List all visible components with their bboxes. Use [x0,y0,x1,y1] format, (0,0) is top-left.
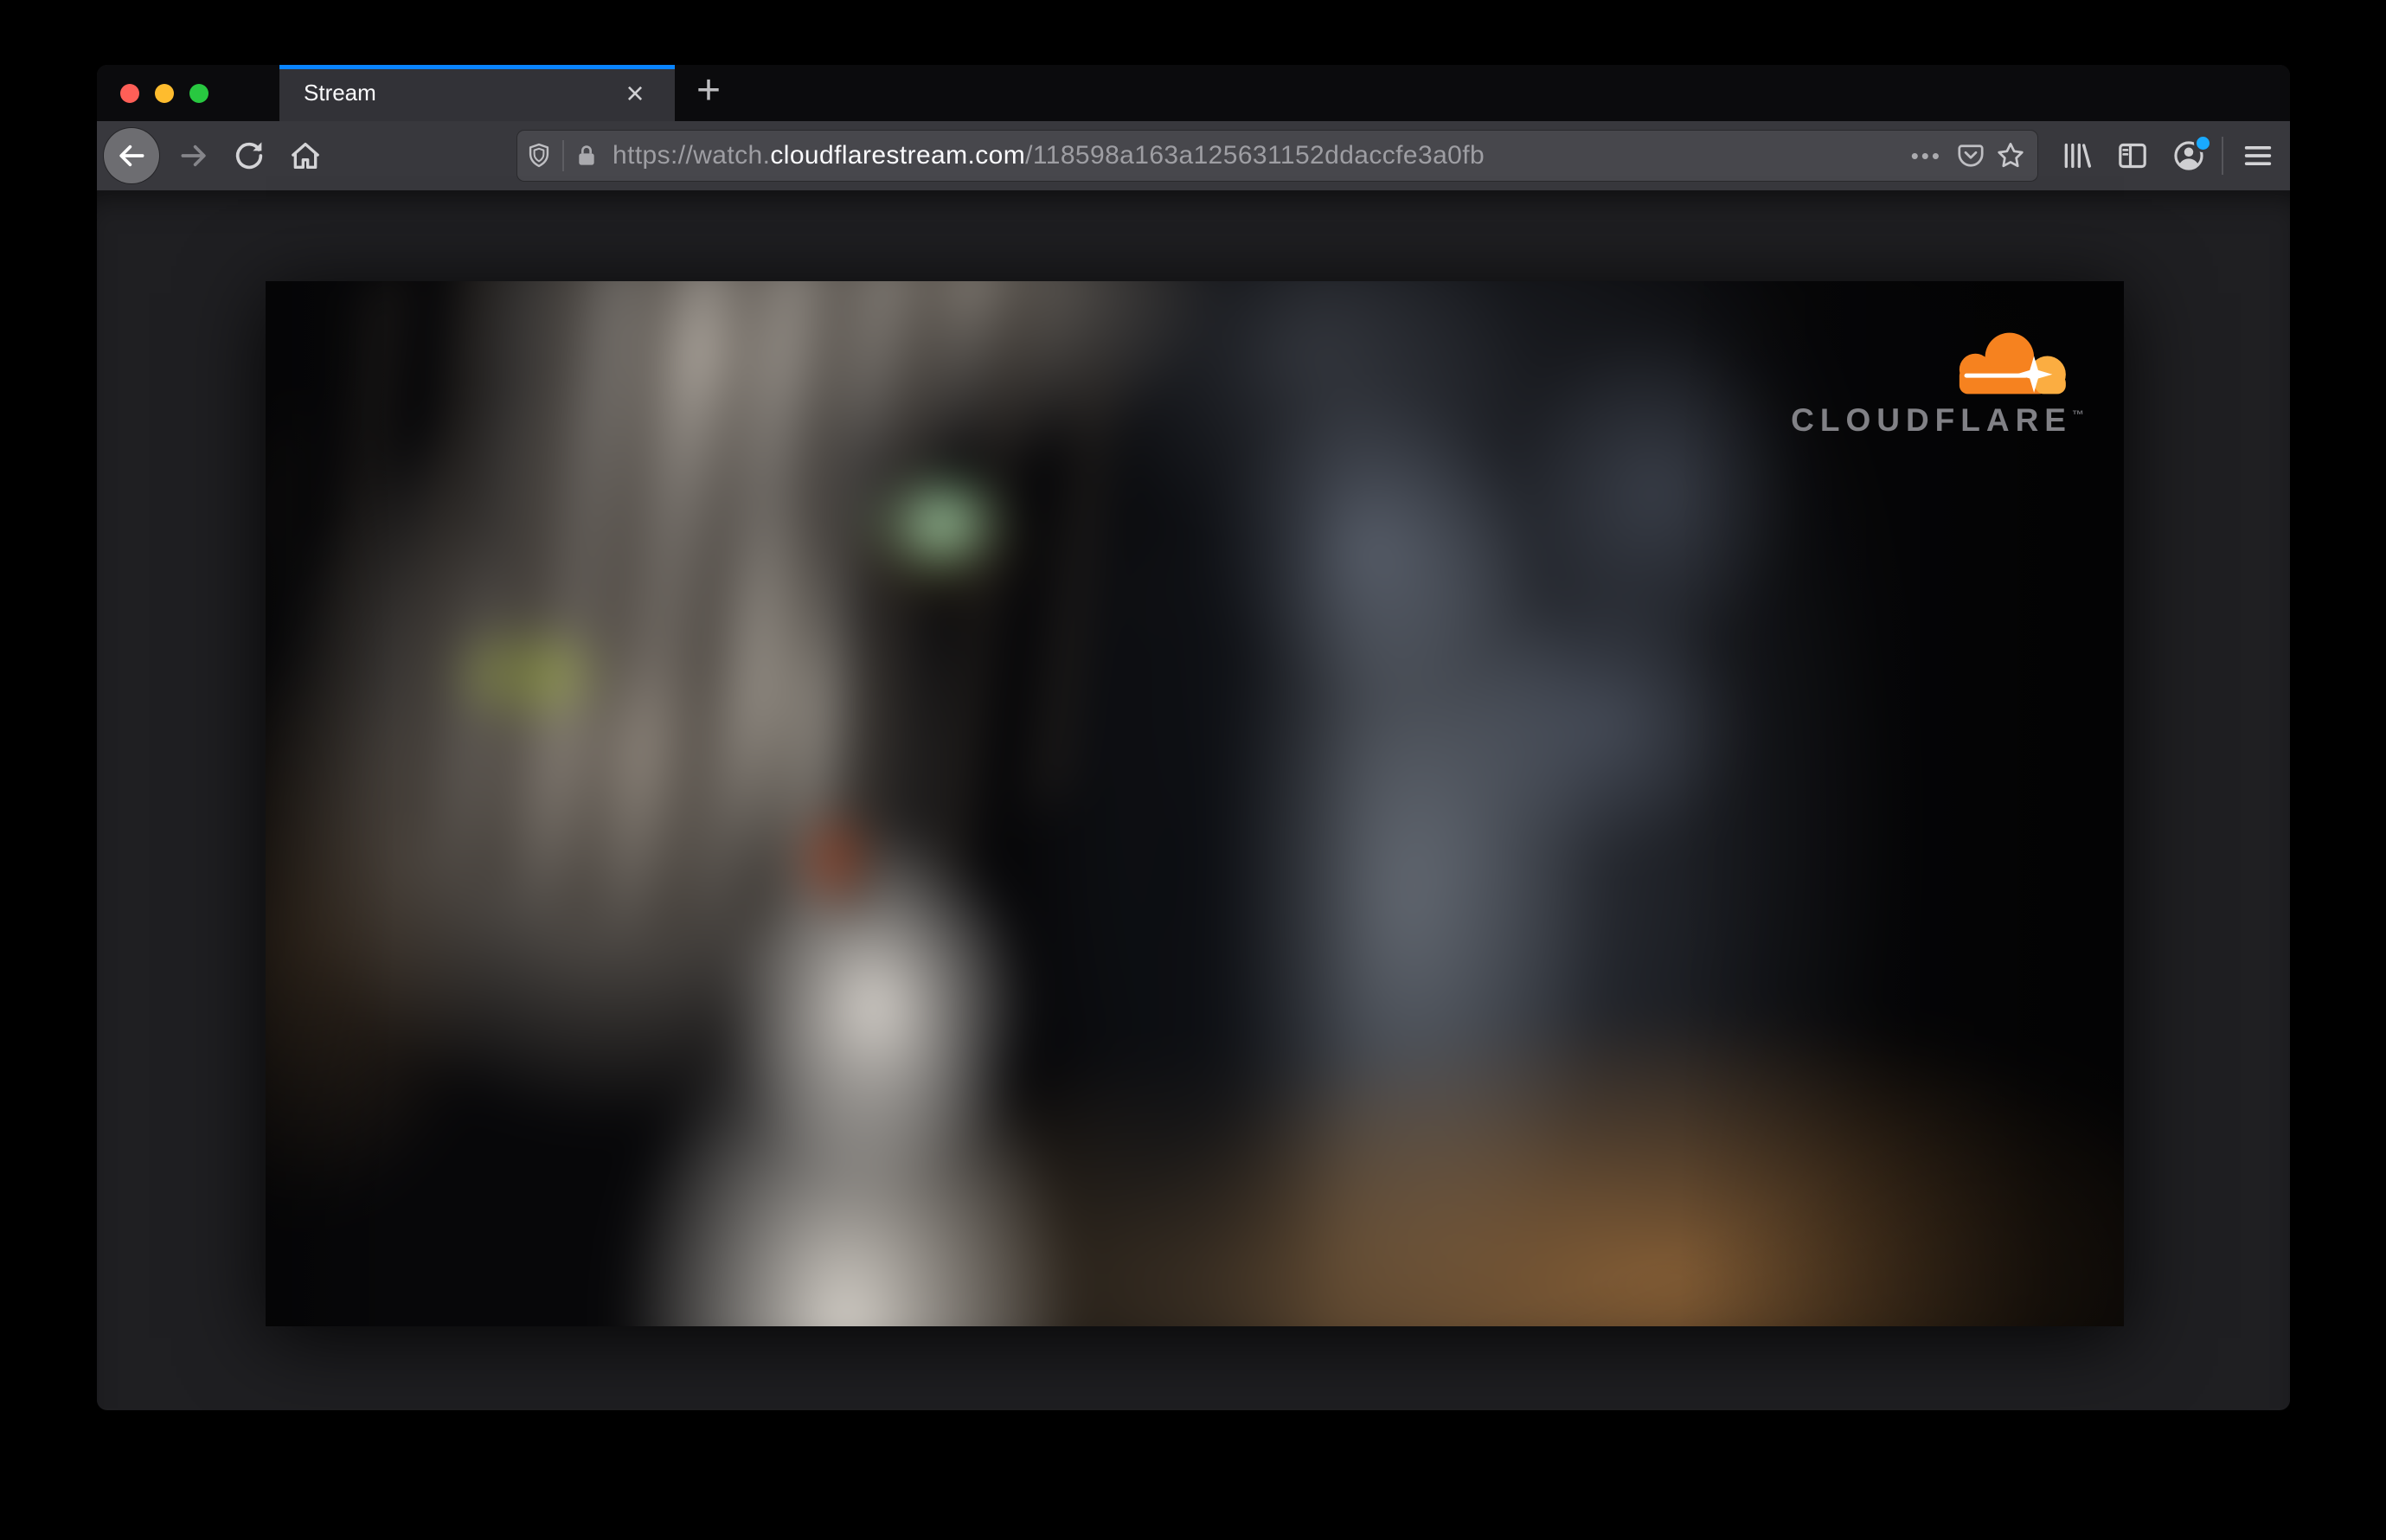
minimize-window-button[interactable] [155,83,174,103]
url-bar[interactable]: https://watch.cloudflarestream.com/11859… [517,131,2037,181]
tab-bar: Stream × + [97,65,2290,121]
cloudflare-wordmark: CLOUDFLARE™ [1791,402,2084,439]
hamburger-menu-icon [2244,146,2272,165]
cloudflare-trademark: ™ [2072,407,2084,421]
close-window-button[interactable] [120,83,139,103]
navigation-toolbar: https://watch.cloudflarestream.com/11859… [97,121,2290,192]
menu-button[interactable] [2234,132,2282,180]
pocket-icon[interactable] [1951,136,1991,176]
sidebar-toggle-button[interactable] [2108,132,2157,180]
page-actions-icon[interactable]: ••• [1911,143,1942,170]
url-text: https://watch.cloudflarestream.com/11859… [613,141,1906,170]
zoom-window-button[interactable] [189,83,208,103]
cat-fur-stripes [266,281,1157,939]
bookmark-star-icon[interactable] [1991,136,2030,176]
back-arrow-icon [119,144,144,167]
video-player[interactable]: CLOUDFLARE™ [266,281,2124,1326]
home-icon [292,143,319,169]
home-button[interactable] [281,132,330,180]
browser-window: Stream × + https://watch.cloudflarestrea… [97,65,2290,1410]
tab-stream[interactable]: Stream × [279,65,675,121]
new-tab-button[interactable]: + [675,65,742,121]
url-scheme-subdomain: https://watch. [613,141,771,170]
url-domain: cloudflarestream.com [770,141,1026,170]
back-button[interactable] [104,128,159,183]
sidebar-icon [2119,143,2146,169]
url-bar-divider [562,140,564,171]
page-content: CLOUDFLARE™ [97,192,2290,1408]
tab-title: Stream [304,80,376,106]
cloudflare-watermark: CLOUDFLARE™ [1791,328,2084,439]
account-button[interactable] [2165,132,2213,180]
library-icon [2064,143,2091,169]
forward-button[interactable] [170,132,218,180]
forward-arrow-icon [181,144,206,167]
reload-button[interactable] [225,132,273,180]
reload-icon [235,142,263,170]
toolbar-divider [2222,137,2223,175]
account-notification-dot [2197,137,2210,150]
url-path: /118598a163a125631152ddaccfe3a0fb [1025,141,1485,170]
https-lock-icon[interactable] [573,142,600,170]
cloudflare-cloud-icon [1959,332,2066,395]
desktop-background: Stream × + https://watch.cloudflarestrea… [0,0,2386,1540]
library-button[interactable] [2052,132,2101,180]
tracking-protection-shield-icon[interactable] [524,141,554,170]
traffic-lights [97,65,279,121]
cloudflare-brand-text: CLOUDFLARE [1791,402,2072,438]
tab-close-icon[interactable]: × [616,74,654,112]
